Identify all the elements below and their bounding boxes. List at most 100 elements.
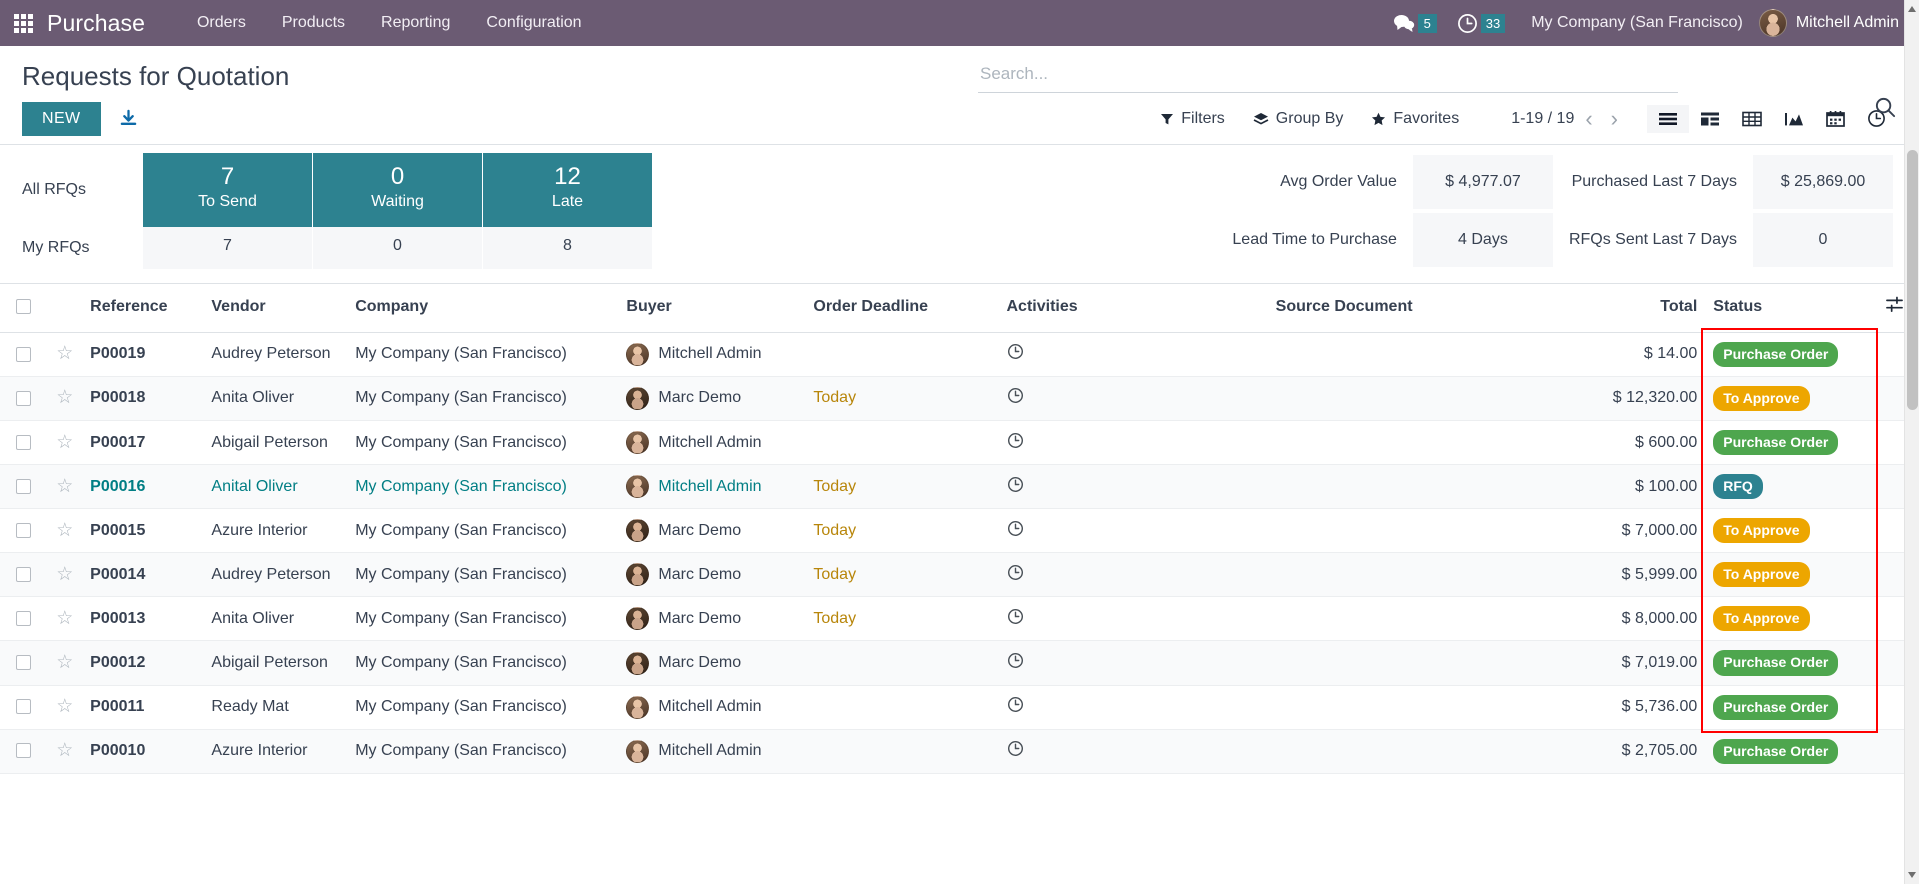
calendar-view-button[interactable] <box>1815 104 1856 133</box>
cell-total[interactable]: $ 14.00 <box>1575 332 1706 377</box>
favorite-star-icon[interactable]: ☆ <box>56 432 73 453</box>
cell-status[interactable]: Purchase Order <box>1705 640 1870 686</box>
favorite-star-icon[interactable]: ☆ <box>56 387 73 408</box>
counter-waiting-all[interactable]: 0 Waiting <box>313 152 483 228</box>
cell-source-document[interactable] <box>1267 640 1576 686</box>
cell-company[interactable]: My Company (San Francisco) <box>347 376 619 421</box>
cell-buyer[interactable]: Mitchell Admin <box>618 464 806 510</box>
cell-status[interactable]: To Approve <box>1705 596 1870 642</box>
cell-activities[interactable] <box>998 420 1268 466</box>
menu-item-configuration[interactable]: Configuration <box>468 8 599 38</box>
cell-company[interactable]: My Company (San Francisco) <box>347 685 619 730</box>
cell-company[interactable]: My Company (San Francisco) <box>347 596 619 642</box>
favorites-dropdown[interactable]: Favorites <box>1357 106 1473 132</box>
counter-to-send-all[interactable]: 7 To Send <box>143 152 313 228</box>
counter-late-all[interactable]: 12 Late <box>483 152 653 228</box>
cell-order-deadline[interactable]: Today <box>805 464 999 510</box>
kpi-lead-time[interactable]: 4 Days <box>1412 212 1553 267</box>
row-checkbox[interactable] <box>16 699 32 715</box>
pivot-view-button[interactable] <box>1731 105 1773 133</box>
cell-activities[interactable] <box>998 729 1268 774</box>
cell-buyer[interactable]: Mitchell Admin <box>618 420 806 466</box>
cell-reference[interactable]: P00015 <box>82 508 204 554</box>
cell-vendor[interactable]: Audrey Peterson <box>203 332 348 377</box>
list-view-button[interactable] <box>1647 104 1689 133</box>
messages-button[interactable]: 5 <box>1383 13 1447 33</box>
cell-activities[interactable] <box>998 332 1268 377</box>
cell-order-deadline[interactable] <box>805 332 999 377</box>
cell-total[interactable]: $ 100.00 <box>1575 464 1706 510</box>
favorite-star-icon[interactable]: ☆ <box>56 343 73 364</box>
table-row[interactable]: ☆ P00012 Abigail Peterson My Company (San F… <box>0 640 1919 686</box>
cell-total[interactable]: $ 2,705.00 <box>1575 729 1706 774</box>
cell-order-deadline[interactable]: Today <box>805 376 999 421</box>
menu-item-orders[interactable]: Orders <box>179 8 264 38</box>
cell-order-deadline[interactable] <box>805 685 999 730</box>
filters-dropdown[interactable]: Filters <box>1146 106 1239 132</box>
cell-company[interactable]: My Company (San Francisco) <box>347 552 619 598</box>
counter-to-send-mine[interactable]: 7 <box>143 227 313 269</box>
header-total[interactable]: Total <box>1575 283 1706 333</box>
cell-company[interactable]: My Company (San Francisco) <box>347 640 619 686</box>
cell-order-deadline[interactable] <box>805 640 999 686</box>
activities-button[interactable]: 33 <box>1447 13 1515 34</box>
cell-buyer[interactable]: Marc Demo <box>618 640 806 686</box>
cell-vendor[interactable]: Azure Interior <box>203 508 348 554</box>
header-buyer[interactable]: Buyer <box>618 283 806 333</box>
cell-company[interactable]: My Company (San Francisco) <box>347 729 619 774</box>
row-checkbox[interactable] <box>16 390 32 406</box>
cell-company[interactable]: My Company (San Francisco) <box>347 464 619 510</box>
new-button[interactable]: NEW <box>22 101 101 136</box>
cell-vendor[interactable]: Anita Oliver <box>203 596 348 642</box>
cell-order-deadline[interactable]: Today <box>805 508 999 554</box>
search-input[interactable] <box>978 60 1678 93</box>
row-checkbox[interactable] <box>16 346 32 362</box>
cell-reference[interactable]: P00013 <box>82 596 204 642</box>
cell-reference[interactable]: P00018 <box>82 376 204 421</box>
row-checkbox[interactable] <box>16 567 32 583</box>
user-menu[interactable]: Mitchell Admin <box>1758 9 1905 37</box>
row-checkbox[interactable] <box>16 611 32 627</box>
menu-item-products[interactable]: Products <box>264 8 363 38</box>
cell-buyer[interactable]: Mitchell Admin <box>618 729 806 774</box>
cell-vendor[interactable]: Anital Oliver <box>203 464 348 510</box>
cell-company[interactable]: My Company (San Francisco) <box>347 508 619 554</box>
graph-view-button[interactable] <box>1773 105 1815 133</box>
cell-total[interactable]: $ 5,736.00 <box>1575 685 1706 730</box>
row-checkbox[interactable] <box>16 743 32 759</box>
favorite-star-icon[interactable]: ☆ <box>56 608 73 629</box>
favorite-star-icon[interactable]: ☆ <box>56 520 73 541</box>
cell-source-document[interactable] <box>1267 508 1576 554</box>
cell-activities[interactable] <box>998 640 1268 686</box>
download-button[interactable] <box>119 109 138 128</box>
counter-waiting-mine[interactable]: 0 <box>313 227 483 269</box>
favorite-star-icon[interactable]: ☆ <box>56 696 73 717</box>
cell-status[interactable]: Purchase Order <box>1705 332 1870 377</box>
cell-source-document[interactable] <box>1267 552 1576 598</box>
cell-total[interactable]: $ 600.00 <box>1575 420 1706 466</box>
cell-buyer[interactable]: Marc Demo <box>618 508 806 554</box>
header-activities[interactable]: Activities <box>998 283 1268 333</box>
cell-company[interactable]: My Company (San Francisco) <box>347 332 619 377</box>
cell-status[interactable]: To Approve <box>1705 376 1870 421</box>
header-reference[interactable]: Reference <box>82 283 204 333</box>
cell-status[interactable]: To Approve <box>1705 552 1870 598</box>
apps-grid-icon[interactable] <box>14 13 33 33</box>
pager-next-button[interactable]: › <box>1604 107 1625 130</box>
kpi-avg-order-value[interactable]: $ 4,977.07 <box>1412 154 1553 209</box>
row-checkbox[interactable] <box>16 522 32 538</box>
search-button[interactable] <box>1874 96 1897 124</box>
app-brand-purchase[interactable]: Purchase <box>47 10 145 37</box>
table-row[interactable]: ☆ P00016 Anital Oliver My Company (San Fran… <box>0 464 1919 510</box>
cell-buyer[interactable]: Marc Demo <box>618 596 806 642</box>
counter-late-mine[interactable]: 8 <box>483 227 653 269</box>
scrollbar-thumb[interactable] <box>1907 150 1918 410</box>
select-all-checkbox[interactable] <box>16 299 32 315</box>
table-row[interactable]: ☆ P00011 Ready Mat My Company (San Francisc… <box>0 685 1919 730</box>
favorite-star-icon[interactable]: ☆ <box>56 476 73 497</box>
cell-vendor[interactable]: Abigail Peterson <box>203 420 348 466</box>
scroll-down-arrow[interactable] <box>1908 872 1916 878</box>
cell-buyer[interactable]: Mitchell Admin <box>618 685 806 730</box>
scroll-up-arrow[interactable] <box>1908 6 1916 12</box>
cell-buyer[interactable]: Marc Demo <box>618 376 806 421</box>
